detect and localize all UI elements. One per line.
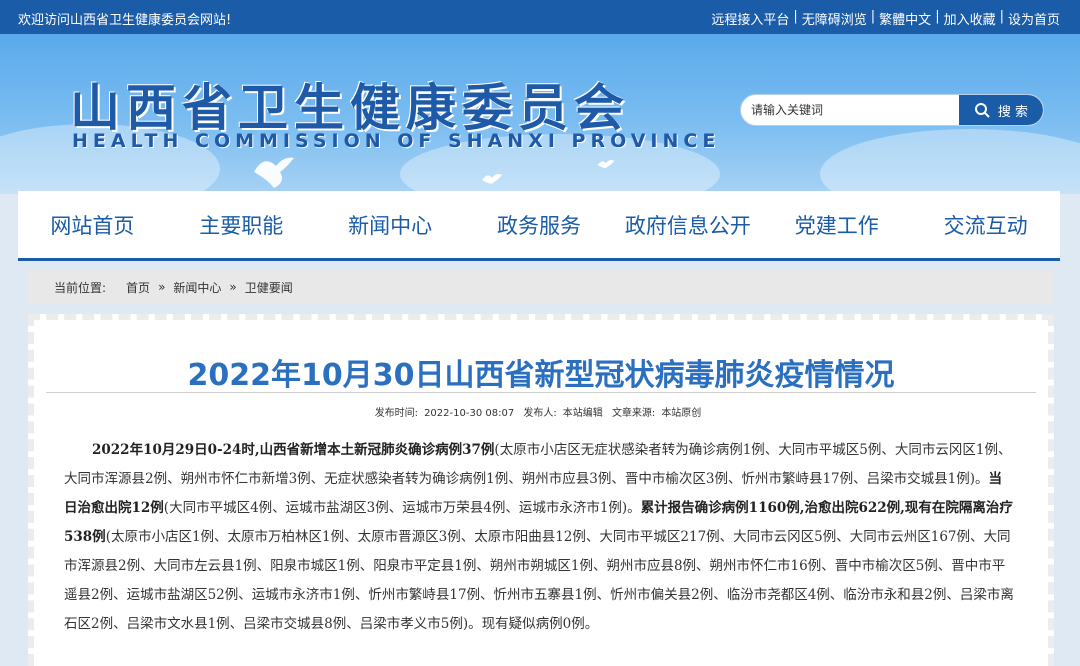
article-bold-text: 2022年10月29日0-24时,山西省新增本土新冠肺炎确诊病例37例 <box>92 442 495 458</box>
article-meta: 发布时间: 2022-10-30 08:07 发布人: 本站编辑 文章来源: 本站原创 <box>34 404 1048 419</box>
meta-source-label: 文章来源: <box>611 408 656 419</box>
site-logo-subtitle: HEALTH COMMISSION OF SHANXI PROVINCE <box>72 130 721 152</box>
cloud-decoration <box>820 129 1080 194</box>
breadcrumb-separator: » <box>229 280 237 294</box>
top-links: 远程接入平台 | 无障碍浏览 | 繁體中文 | 加入收藏 | 设为首页 <box>711 9 1060 28</box>
search-button-label: 搜 索 <box>997 104 1029 120</box>
link-separator: | <box>793 9 798 24</box>
top-bar: 欢迎访问山西省卫生健康委员会网站! 远程接入平台 | 无障碍浏览 | 繁體中文 … <box>0 0 1080 34</box>
main-nav: 网站首页 主要职能 新闻中心 政务服务 政府信息公开 党建工作 交流互动 <box>18 191 1060 261</box>
dove-icon <box>597 160 615 168</box>
breadcrumb-item-home[interactable]: 首页 <box>126 279 150 296</box>
link-separator: | <box>870 9 876 24</box>
breadcrumb-item-news[interactable]: 新闻中心 <box>173 279 221 296</box>
search-icon <box>974 103 990 118</box>
meta-source: 本站原创 <box>661 408 702 419</box>
nav-item-info-disclosure[interactable]: 政府信息公开 <box>613 210 762 240</box>
breadcrumb-label: 当前位置: <box>54 280 107 295</box>
breadcrumb: 当前位置: 首页 » 新闻中心 » 卫健要闻 <box>28 270 1054 304</box>
link-separator: | <box>935 9 940 24</box>
meta-author-label: 发布人: <box>523 408 557 419</box>
nav-item-party-building[interactable]: 党建工作 <box>762 210 911 240</box>
nav-item-functions[interactable]: 主要职能 <box>167 210 316 240</box>
breadcrumb-item-health-news[interactable]: 卫健要闻 <box>245 279 293 296</box>
search-box: 搜 索 <box>740 94 1044 126</box>
breadcrumb-separator: » <box>158 280 166 294</box>
dove-icon <box>254 157 294 188</box>
nav-item-interaction[interactable]: 交流互动 <box>911 210 1060 240</box>
meta-time: 2022-10-30 08:07 <box>424 408 515 419</box>
article-container: 2022年10月30日山西省新型冠状病毒肺炎疫情情况 发布时间: 2022-10-… <box>28 314 1054 666</box>
meta-author: 本站编辑 <box>562 408 603 419</box>
search-input[interactable] <box>741 95 961 125</box>
traditional-chinese-link[interactable]: 繁體中文 <box>879 9 931 28</box>
article-title: 2022年10月30日山西省新型冠状病毒肺炎疫情情况 <box>187 358 895 393</box>
article-text: (大同市平城区4例、运城市盐湖区3例、运城市万荣县4例、运城市永济市1例)。 <box>163 500 641 516</box>
meta-time-label: 发布时间: <box>374 408 419 419</box>
nav-item-services[interactable]: 政务服务 <box>465 210 614 240</box>
nav-item-home[interactable]: 网站首页 <box>18 210 167 240</box>
nav-item-news[interactable]: 新闻中心 <box>316 210 465 240</box>
article-text: (太原市小店区1例、太原市万柏林区1例、太原市晋源区3例、太原市阳曲县12例、大… <box>64 529 1014 632</box>
link-separator: | <box>999 9 1004 24</box>
search-button[interactable]: 搜 索 <box>959 95 1043 125</box>
article-body: 2022年10月29日0-24时,山西省新增本土新冠肺炎确诊病例37例 (太原市小… <box>64 436 1014 639</box>
accessibility-link[interactable]: 无障碍浏览 <box>802 9 867 28</box>
title-divider <box>46 392 1036 393</box>
set-homepage-link[interactable]: 设为首页 <box>1008 9 1060 28</box>
welcome-text: 欢迎访问山西省卫生健康委员会网站! <box>18 13 232 28</box>
remote-access-link[interactable]: 远程接入平台 <box>711 9 789 28</box>
header-banner: 山西省卫生健康委员会 HEALTH COMMISSION OF SHANXI P… <box>0 34 1080 194</box>
add-favorite-link[interactable]: 加入收藏 <box>944 9 996 28</box>
dove-icon <box>482 174 502 184</box>
